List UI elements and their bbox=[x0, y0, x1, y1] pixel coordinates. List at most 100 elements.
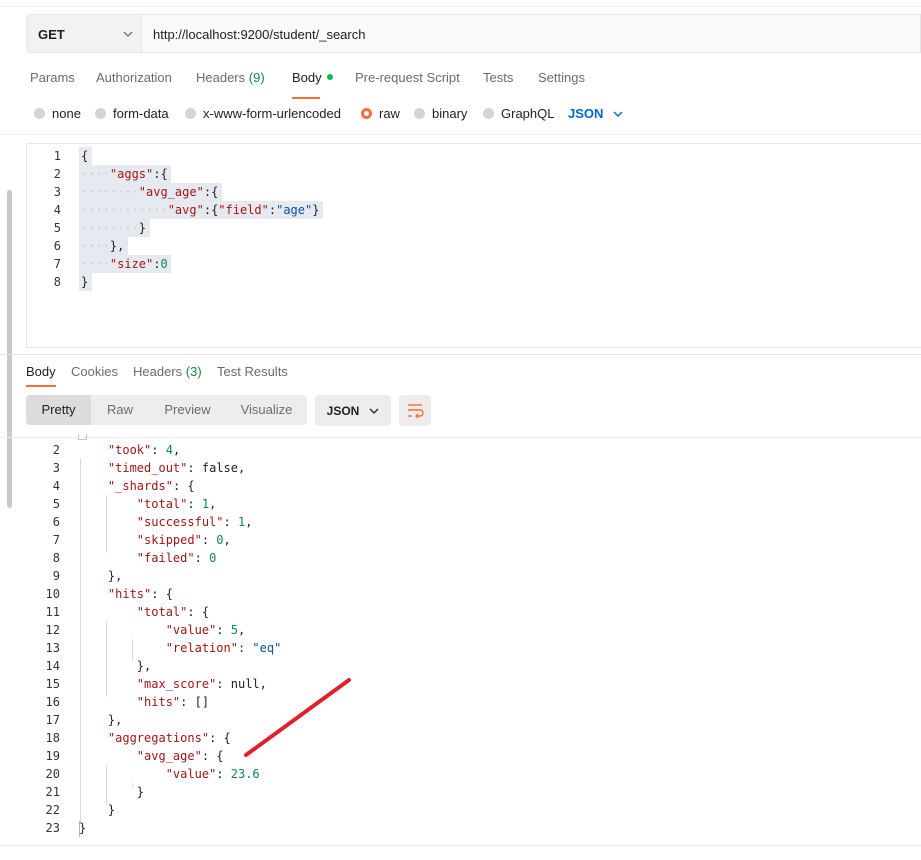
wrap-lines-button[interactable] bbox=[399, 395, 431, 426]
code-line: { bbox=[81, 149, 89, 163]
code-line: "value": 5, bbox=[165, 623, 246, 637]
line-number: 14 bbox=[45, 659, 60, 673]
wrap-lines-icon bbox=[408, 404, 424, 419]
radio-label: form-data bbox=[113, 106, 169, 121]
tab-label: Test Results bbox=[217, 364, 288, 379]
line-number: 2 bbox=[53, 167, 61, 181]
language-select[interactable]: JSON bbox=[568, 106, 623, 121]
response-tab-headers[interactable]: Headers (3) bbox=[133, 364, 202, 379]
radio-circle bbox=[414, 108, 425, 119]
response-body-viewer[interactable]: 2 3 4 5 6 7 8 9 10 11 12 13 14 15 16 17 18 19 20 21 22 23 "to… bbox=[0, 441, 921, 841]
code-line: "avg_age": { bbox=[136, 749, 224, 763]
line-number: 1 bbox=[53, 149, 61, 163]
code-line: "timed_out": false, bbox=[107, 461, 246, 475]
code-line: } bbox=[79, 785, 145, 799]
divider bbox=[0, 134, 921, 135]
tab-count: (9) bbox=[248, 70, 265, 85]
radio-form-data[interactable]: form-data bbox=[95, 106, 169, 121]
tab-pre-request-script[interactable]: Pre-request Script bbox=[355, 70, 460, 85]
pane-divider[interactable] bbox=[0, 354, 921, 355]
tab-count: (3) bbox=[185, 364, 202, 379]
code-line: } bbox=[79, 821, 87, 835]
format-label: JSON bbox=[326, 403, 360, 418]
radio-circle bbox=[95, 108, 106, 119]
line-number: 4 bbox=[52, 479, 60, 493]
tab-label: Tests bbox=[483, 70, 514, 85]
code-line: ········"avg_age":{ bbox=[81, 185, 219, 199]
view-raw[interactable]: Raw bbox=[91, 395, 149, 425]
code-line: "aggregations": { bbox=[107, 731, 231, 745]
radio-none[interactable]: none bbox=[34, 106, 81, 121]
divider bbox=[0, 437, 921, 438]
code-line: }, bbox=[79, 569, 123, 583]
code-line: } bbox=[79, 803, 116, 817]
tab-label: Settings bbox=[538, 70, 585, 85]
divider bbox=[0, 845, 921, 846]
radio-label: binary bbox=[432, 106, 468, 121]
view-pretty[interactable]: Pretty bbox=[26, 395, 91, 425]
tab-tests[interactable]: Tests bbox=[483, 70, 513, 85]
response-tab-test-results[interactable]: Test Results bbox=[217, 364, 288, 379]
view-mode-switch: Pretty Raw Preview Visualize bbox=[26, 395, 307, 425]
tab-label: Body bbox=[26, 364, 56, 379]
active-tab-indicator bbox=[26, 385, 56, 387]
line-number: 7 bbox=[52, 533, 60, 547]
tab-params[interactable]: Params bbox=[30, 70, 75, 85]
tab-label: Pre-request Script bbox=[355, 70, 460, 85]
view-visualize[interactable]: Visualize bbox=[226, 395, 307, 425]
tab-label: Params bbox=[30, 70, 75, 85]
line-number: 21 bbox=[45, 785, 60, 799]
tab-body[interactable]: Body bbox=[292, 70, 333, 85]
line-number: 5 bbox=[53, 221, 61, 235]
response-tab-cookies[interactable]: Cookies bbox=[71, 364, 118, 379]
code-line: "value": 23.6 bbox=[165, 767, 260, 781]
line-number: 6 bbox=[53, 239, 61, 253]
code-line: ········} bbox=[81, 221, 147, 235]
view-preview[interactable]: Preview bbox=[149, 395, 226, 425]
tab-authorization[interactable]: Authorization bbox=[96, 70, 172, 85]
line-number: 6 bbox=[52, 515, 60, 529]
line-number: 7 bbox=[53, 257, 61, 271]
radio-circle bbox=[483, 108, 494, 119]
code-line: } bbox=[81, 275, 89, 289]
radio-x-www-form-urlencoded[interactable]: x-www-form-urlencoded bbox=[185, 106, 341, 121]
response-format-select[interactable]: JSON bbox=[315, 395, 391, 426]
fold-marker-icon[interactable] bbox=[78, 434, 87, 440]
chevron-down-icon bbox=[369, 408, 379, 414]
line-number: 13 bbox=[45, 641, 60, 655]
chevron-down-icon bbox=[613, 111, 623, 117]
code-line: "_shards": { bbox=[107, 479, 195, 493]
tab-label: Headers bbox=[133, 364, 183, 379]
request-body-editor[interactable]: 1 2 3 4 5 6 7 8 {····"aggs":{········"avg_age":… bbox=[26, 143, 921, 348]
line-number: 16 bbox=[45, 695, 60, 709]
line-number: 2 bbox=[52, 443, 60, 457]
code-line: }, bbox=[79, 659, 152, 673]
radio-binary[interactable]: binary bbox=[414, 106, 467, 121]
response-tab-body[interactable]: Body bbox=[26, 364, 56, 379]
tab-label: Body bbox=[292, 70, 322, 85]
url-input[interactable]: http://localhost:9200/student/_search bbox=[141, 14, 921, 53]
line-number: 8 bbox=[52, 551, 60, 565]
code-line: "total": { bbox=[136, 605, 210, 619]
code-line: "took": 4, bbox=[107, 443, 181, 457]
tab-headers[interactable]: Headers (9) bbox=[196, 70, 265, 85]
code-line: ····"size":0 bbox=[81, 257, 168, 271]
radio-circle bbox=[185, 108, 196, 119]
radio-label: GraphQL bbox=[501, 106, 555, 121]
tab-settings[interactable]: Settings bbox=[538, 70, 585, 85]
line-number: 10 bbox=[45, 587, 60, 601]
code-line: "hits": [] bbox=[136, 695, 210, 709]
method-select[interactable]: GET bbox=[26, 14, 141, 53]
tab-label: Cookies bbox=[71, 364, 118, 379]
method-label: GET bbox=[38, 27, 65, 42]
code-line: "max_score": null, bbox=[136, 677, 267, 691]
code-line: "total": 1, bbox=[136, 497, 217, 511]
line-number: 5 bbox=[52, 497, 60, 511]
radio-raw[interactable]: raw bbox=[361, 106, 400, 121]
radio-label: none bbox=[52, 106, 81, 121]
code-line: "relation": "eq" bbox=[165, 641, 282, 655]
line-number: 12 bbox=[45, 623, 60, 637]
radio-graphql[interactable]: GraphQL bbox=[483, 106, 554, 121]
radio-circle-selected bbox=[361, 108, 372, 119]
chevron-down-icon bbox=[123, 31, 133, 37]
